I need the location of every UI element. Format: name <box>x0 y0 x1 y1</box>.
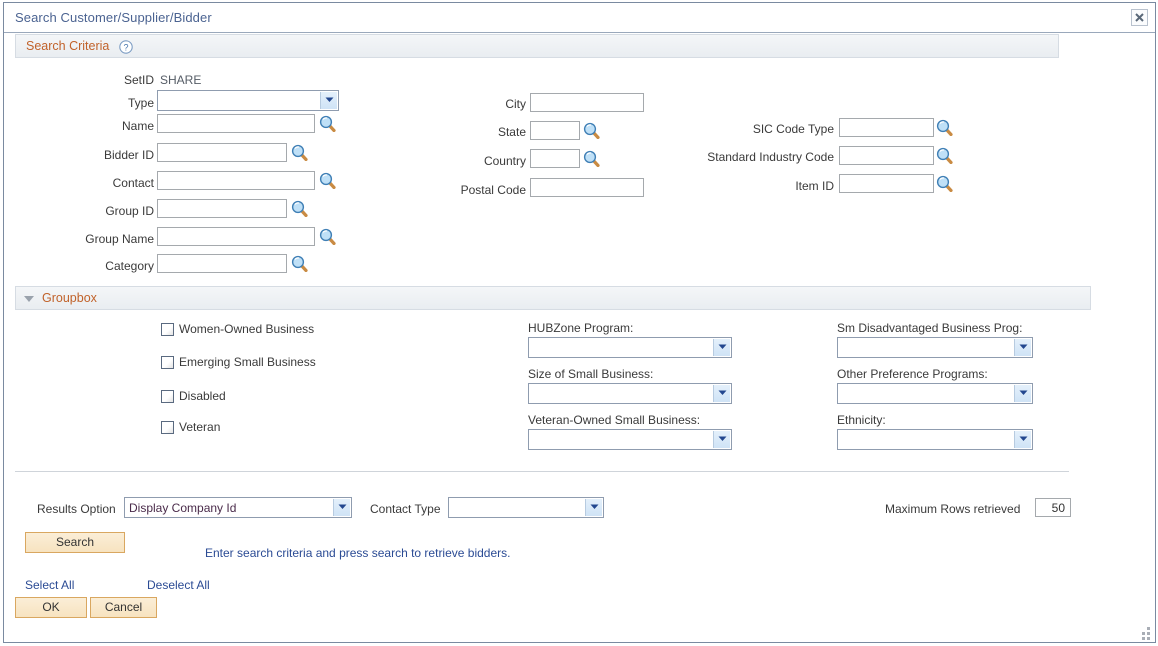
group-name-input[interactable] <box>157 227 315 246</box>
state-label: State <box>434 125 526 139</box>
standard-industry-code-label: Standard Industry Code <box>644 150 834 164</box>
country-label: Country <box>424 154 526 168</box>
setid-label: SetID <box>64 73 154 87</box>
contact-input[interactable] <box>157 171 315 190</box>
status-message: Enter search criteria and press search t… <box>205 546 510 560</box>
country-lookup-icon[interactable] <box>583 150 600 167</box>
other-preference-programs-select[interactable] <box>837 383 1033 404</box>
ethnicity-label: Ethnicity: <box>837 413 886 427</box>
chevron-down-icon[interactable] <box>1014 431 1031 448</box>
name-input[interactable] <box>157 114 315 133</box>
results-option-select[interactable]: Display Company Id <box>124 497 352 518</box>
modal-window: Search Customer/Supplier/Bidder Search C… <box>3 2 1156 643</box>
checkbox-box[interactable] <box>161 421 174 434</box>
contact-label: Contact <box>49 176 154 190</box>
checkbox-label[interactable]: Women-Owned Business <box>179 322 314 336</box>
window-titlebar: Search Customer/Supplier/Bidder <box>4 3 1155 33</box>
group-id-lookup-icon[interactable] <box>291 200 308 217</box>
search-button[interactable]: Search <box>25 532 125 553</box>
standard-industry-code-input[interactable] <box>839 146 934 165</box>
group-id-label: Group ID <box>46 204 154 218</box>
sm-disadvantaged-business-prog-label: Sm Disadvantaged Business Prog: <box>837 321 1022 335</box>
maximum-rows-input[interactable] <box>1035 498 1071 517</box>
chevron-down-icon[interactable] <box>713 385 730 402</box>
close-icon[interactable] <box>1131 9 1148 26</box>
resize-grip[interactable] <box>1138 626 1151 639</box>
sic-code-type-input[interactable] <box>839 118 934 137</box>
contact-lookup-icon[interactable] <box>319 172 336 189</box>
search-criteria-title: Search Criteria <box>26 39 109 53</box>
sic-code-type-label: SIC Code Type <box>664 122 834 136</box>
results-option-label: Results Option <box>37 502 116 516</box>
group-id-input[interactable] <box>157 199 287 218</box>
checkbox-label[interactable]: Disabled <box>179 389 226 403</box>
deselect-all-link[interactable]: Deselect All <box>147 578 210 592</box>
type-select[interactable] <box>157 90 339 111</box>
search-criteria-header: Search Criteria ? <box>15 34 1059 58</box>
country-input[interactable] <box>530 149 580 168</box>
chevron-down-icon[interactable] <box>713 431 730 448</box>
groupbox-title: Groupbox <box>42 291 97 305</box>
bidder-id-label: Bidder ID <box>44 148 154 162</box>
chevron-down-icon[interactable] <box>24 296 34 302</box>
state-lookup-icon[interactable] <box>583 122 600 139</box>
chevron-down-icon[interactable] <box>320 92 337 109</box>
ethnicity-select[interactable] <box>837 429 1033 450</box>
contact-type-select[interactable] <box>448 497 604 518</box>
type-label: Type <box>64 96 154 110</box>
postal-code-input[interactable] <box>530 178 644 197</box>
chevron-down-icon[interactable] <box>1014 339 1031 356</box>
chevron-down-icon[interactable] <box>1014 385 1031 402</box>
group-name-label: Group Name <box>34 232 154 246</box>
section-divider <box>15 471 1069 472</box>
hubzone-program-label: HUBZone Program: <box>528 321 633 335</box>
name-label: Name <box>56 119 154 133</box>
chevron-down-icon[interactable] <box>713 339 730 356</box>
size-of-small-business-label: Size of Small Business: <box>528 367 653 381</box>
item-id-input[interactable] <box>839 174 934 193</box>
city-label: City <box>434 97 526 111</box>
name-lookup-icon[interactable] <box>319 115 336 132</box>
postal-code-label: Postal Code <box>414 183 526 197</box>
veteran-owned-small-business-label: Veteran-Owned Small Business: <box>528 413 700 427</box>
other-preference-programs-label: Other Preference Programs: <box>837 367 988 381</box>
sic-code-type-lookup-icon[interactable] <box>936 119 953 136</box>
svg-text:?: ? <box>123 42 128 52</box>
chevron-down-icon[interactable] <box>333 499 350 516</box>
cancel-button[interactable]: Cancel <box>90 597 157 618</box>
maximum-rows-label: Maximum Rows retrieved <box>885 502 1020 516</box>
groupbox-header: Groupbox <box>15 286 1091 310</box>
select-all-link[interactable]: Select All <box>25 578 74 592</box>
checkbox-box[interactable] <box>161 390 174 403</box>
chevron-down-icon[interactable] <box>585 499 602 516</box>
help-icon[interactable]: ? <box>119 40 133 54</box>
size-of-small-business-select[interactable] <box>528 383 732 404</box>
category-input[interactable] <box>157 254 287 273</box>
veteran-owned-small-business-select[interactable] <box>528 429 732 450</box>
checkbox-label[interactable]: Emerging Small Business <box>179 355 316 369</box>
standard-industry-code-lookup-icon[interactable] <box>936 147 953 164</box>
category-lookup-icon[interactable] <box>291 255 308 272</box>
city-input[interactable] <box>530 93 644 112</box>
bidder-id-lookup-icon[interactable] <box>291 144 308 161</box>
item-id-label: Item ID <box>704 179 834 193</box>
page-title: Search Customer/Supplier/Bidder <box>15 10 212 25</box>
sm-disadvantaged-business-prog-select[interactable] <box>837 337 1033 358</box>
hubzone-program-select[interactable] <box>528 337 732 358</box>
contact-type-label: Contact Type <box>370 502 441 516</box>
setid-value: SHARE <box>160 73 201 87</box>
search-customer-supplier-bidder-dialog: Search Customer/Supplier/Bidder Search C… <box>0 0 1158 646</box>
ok-button[interactable]: OK <box>15 597 87 618</box>
bidder-id-input[interactable] <box>157 143 287 162</box>
item-id-lookup-icon[interactable] <box>936 175 953 192</box>
group-name-lookup-icon[interactable] <box>319 228 336 245</box>
results-option-value: Display Company Id <box>129 501 236 515</box>
checkbox-label[interactable]: Veteran <box>179 420 220 434</box>
checkbox-box[interactable] <box>161 356 174 369</box>
checkbox-box[interactable] <box>161 323 174 336</box>
state-input[interactable] <box>530 121 580 140</box>
category-label: Category <box>44 259 154 273</box>
